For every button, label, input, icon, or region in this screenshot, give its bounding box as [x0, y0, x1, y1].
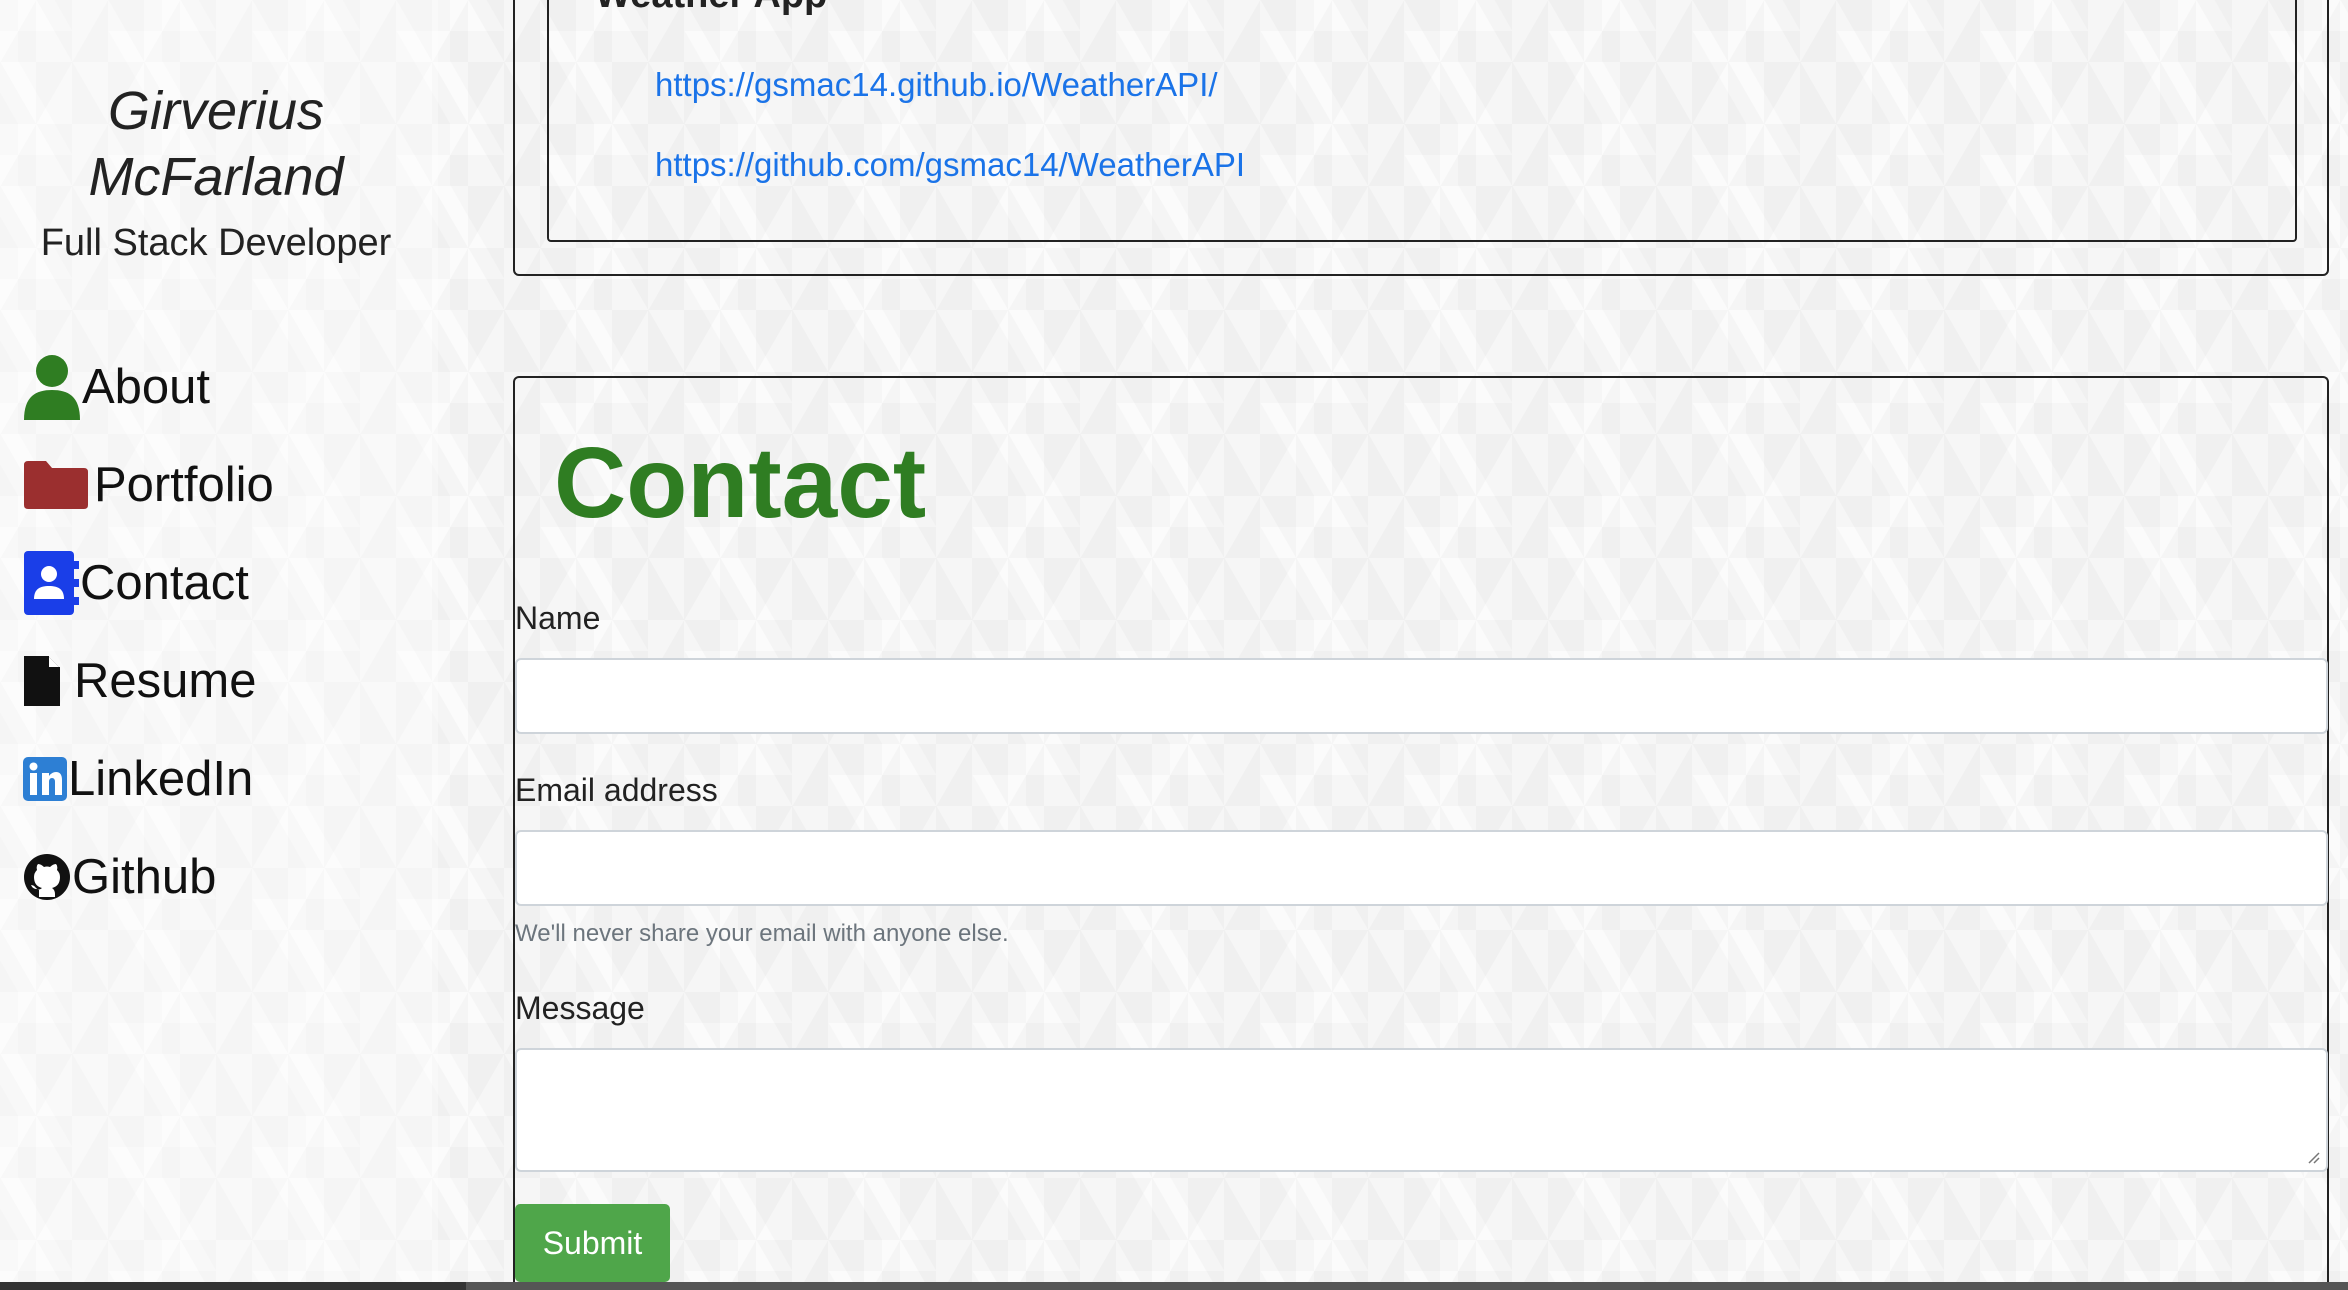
project-card: Weather App https://gsmac14.github.io/We… [547, 0, 2297, 242]
email-label: Email address [515, 772, 718, 808]
nav-label: Resume [74, 654, 257, 708]
email-input[interactable] [515, 830, 2328, 906]
email-hint: We'll never share your email with anyone… [515, 920, 1009, 947]
portfolio-card: Weather App https://gsmac14.github.io/We… [513, 0, 2329, 276]
file-icon [22, 654, 62, 708]
repo-link[interactable]: https://github.com/gsmac14/WeatherAPI [655, 146, 1245, 184]
nav-item-resume[interactable]: Resume [22, 632, 274, 730]
nav-label: Github [72, 850, 217, 904]
contact-card: Contact Name Email address We'll never s… [513, 376, 2329, 1290]
nav-menu: About Portfolio Contact Resume LinkedIn [22, 338, 274, 926]
contact-card-icon [22, 549, 80, 617]
name-input[interactable] [515, 658, 2328, 734]
contact-heading: Contact [554, 427, 927, 539]
linkedin-icon [22, 756, 68, 802]
horizontal-scrollbar[interactable] [0, 1282, 2348, 1290]
nav-label: About [82, 360, 211, 414]
nav-item-about[interactable]: About [22, 338, 274, 436]
nav-label: Contact [80, 556, 249, 610]
nav-label: Portfolio [94, 458, 274, 512]
resize-grip-icon[interactable] [2306, 1150, 2320, 1164]
nav-item-contact[interactable]: Contact [22, 534, 274, 632]
person-icon [22, 352, 82, 422]
nav-item-github[interactable]: Github [22, 828, 274, 926]
profile-role: Full Stack Developer [40, 222, 392, 264]
nav-item-portfolio[interactable]: Portfolio [22, 436, 274, 534]
message-label: Message [515, 990, 645, 1026]
sidebar: Girverius McFarland Full Stack Developer… [0, 0, 438, 1290]
folder-icon [22, 459, 90, 511]
submit-button[interactable]: Submit [515, 1204, 670, 1282]
github-icon [22, 852, 72, 902]
project-title: Weather App [595, 0, 827, 17]
scrollbar-thumb[interactable] [466, 1282, 2348, 1290]
name-label: Name [515, 600, 601, 636]
message-textarea[interactable] [515, 1048, 2328, 1172]
deployed-app-link[interactable]: https://gsmac14.github.io/WeatherAPI/ [655, 66, 1218, 104]
nav-item-linkedin[interactable]: LinkedIn [22, 730, 274, 828]
profile-name: Girverius McFarland [88, 81, 344, 207]
nav-label: LinkedIn [68, 752, 254, 806]
